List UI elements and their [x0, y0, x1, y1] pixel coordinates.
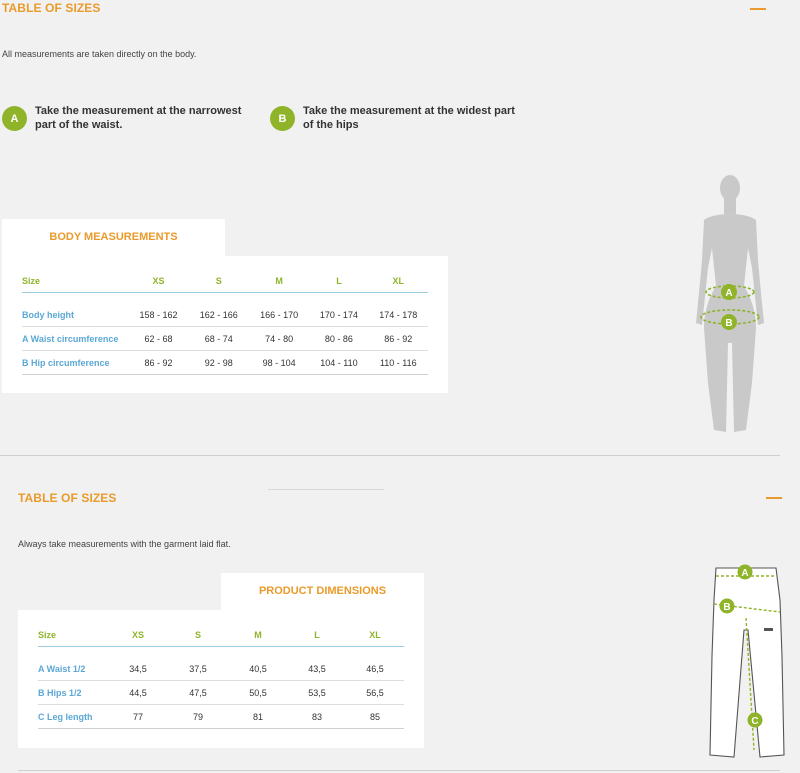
section-title: TABLE OF SIZES	[18, 491, 117, 505]
badge-b: B	[270, 106, 295, 131]
table-row: C Leg length 77 79 81 83 85	[38, 704, 404, 729]
figure-label-b: B	[725, 318, 732, 329]
body-measurements-panel: Size XS S M L XL Body height 158 - 162 1…	[2, 256, 448, 393]
step-b-text: Take the measurement at the widest part …	[303, 105, 515, 131]
figure-label-a: A	[725, 288, 732, 299]
product-table-tab: PRODUCT DIMENSIONS	[221, 573, 424, 613]
section-description: Always take measurements with the garmen…	[18, 539, 231, 549]
pants-outline	[709, 567, 785, 758]
product-dimensions-table: Size XS S M L XL A Waist 1/2 34,5 37,5 4…	[38, 624, 404, 729]
collapse-icon[interactable]	[766, 497, 782, 499]
badge-a: A	[2, 106, 27, 131]
faint-divider	[268, 489, 384, 490]
figure-label-b: B	[723, 602, 730, 613]
table-row: Body height 158 - 162 162 - 166 166 - 17…	[22, 303, 428, 327]
table-header-row: Size XS S M L XL	[38, 624, 404, 647]
body-table-tab: BODY MEASUREMENTS	[2, 219, 225, 259]
collapse-icon[interactable]	[750, 8, 766, 10]
step-b: B Take the measurement at the widest par…	[270, 104, 515, 132]
table-row: B Hips 1/2 44,5 47,5 50,5 53,5 56,5	[38, 680, 404, 705]
figure-label-a: A	[741, 568, 748, 579]
table-row: B Hip circumference 86 - 92 92 - 98 98 -…	[22, 350, 428, 375]
table-header-row: Size XS S M L XL	[22, 270, 428, 293]
section-divider	[0, 455, 780, 456]
table-row: A Waist circumference 62 - 68 68 - 74 74…	[22, 326, 428, 351]
figure-label-c: C	[751, 716, 758, 727]
section-divider	[18, 770, 780, 771]
table-row: A Waist 1/2 34,5 37,5 40,5 43,5 46,5	[38, 657, 404, 681]
section-title: TABLE OF SIZES	[2, 1, 101, 15]
pants-figure: A B C	[709, 564, 785, 758]
step-a-text: Take the measurement at the narrowest pa…	[35, 105, 242, 131]
product-dimensions-panel: Size XS S M L XL A Waist 1/2 34,5 37,5 4…	[18, 610, 424, 748]
product-table-title: PRODUCT DIMENSIONS	[258, 585, 387, 597]
logo-tag	[764, 628, 773, 631]
body-table-title: BODY MEASUREMENTS	[49, 231, 178, 243]
body-silhouette	[696, 175, 764, 432]
body-measurements-table: Size XS S M L XL Body height 158 - 162 1…	[22, 270, 428, 375]
step-a: A Take the measurement at the narrowest …	[2, 104, 241, 132]
section-description: All measurements are taken directly on t…	[2, 49, 197, 59]
body-figure: A B	[696, 175, 764, 432]
